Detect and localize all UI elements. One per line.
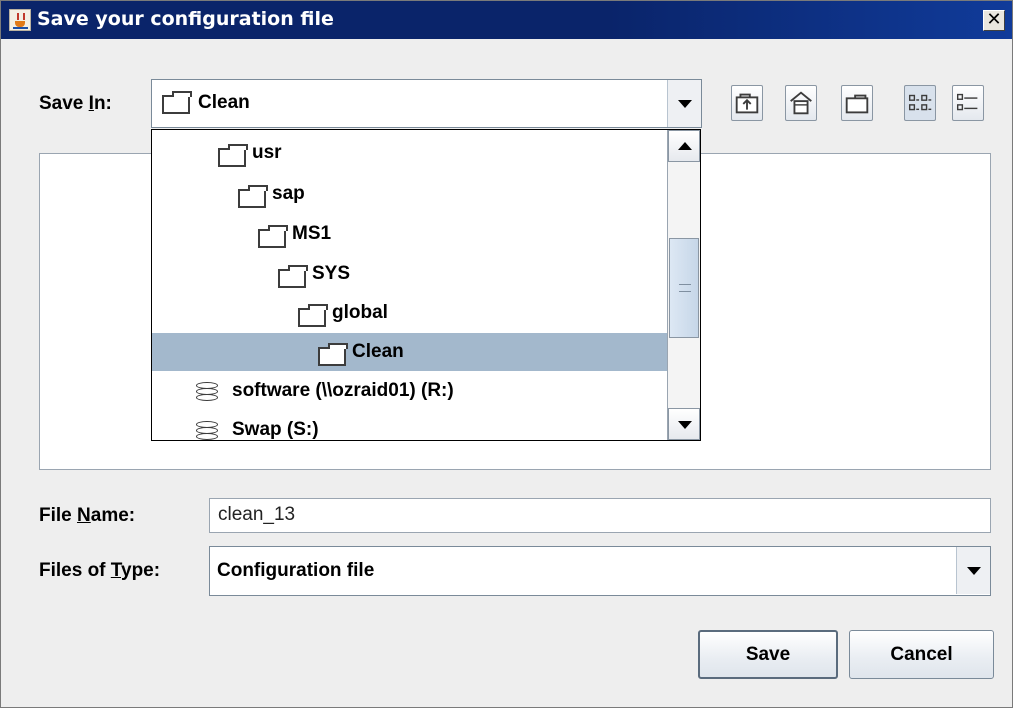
save-dialog: Save your configuration file ✕ Save In: … [0,0,1013,708]
window-title: Save your configuration file [37,8,334,30]
close-button[interactable]: ✕ [983,10,1005,31]
details-view-button[interactable] [952,85,984,121]
new-folder-button[interactable] [841,85,873,121]
files-of-type-label: Files of Type: [39,560,161,581]
scroll-down-button[interactable] [668,408,700,440]
save-button[interactable]: Save [698,630,838,679]
folder-icon [298,304,328,327]
home-button[interactable] [785,85,817,121]
chevron-down-icon[interactable] [956,547,990,594]
list-item[interactable]: Swap (S:) [152,411,667,440]
folder-up-icon [735,93,759,114]
folder-icon [278,265,308,288]
new-folder-icon [845,94,869,114]
folder-icon [218,144,248,167]
list-view-icon [908,94,932,111]
chevron-down-icon[interactable] [667,80,701,127]
files-of-type-selected: Configuration file [217,560,375,581]
list-item[interactable]: SYS [152,255,667,293]
drive-icon [196,421,218,440]
list-view-button[interactable] [904,85,936,121]
dropdown-scrollbar[interactable] [667,130,700,440]
up-one-level-button[interactable] [731,85,763,121]
save-in-label: Save In: [39,93,112,114]
close-icon: ✕ [986,9,1002,30]
save-in-combo[interactable]: Clean [151,79,702,128]
list-item[interactable]: sap [152,175,667,213]
files-of-type-combo[interactable]: Configuration file [209,546,991,596]
list-item-selected[interactable]: Clean [152,333,667,371]
home-icon [790,91,812,115]
save-in-selected: Clean [198,92,250,113]
file-name-input[interactable] [216,499,980,531]
folder-icon [258,225,288,248]
folder-icon [318,343,348,366]
file-name-label: File Name: [39,505,136,526]
network-drive-icon [196,382,218,401]
save-in-dropdown: usr sap MS1 SYS global Clean software (\… [151,129,701,441]
scroll-up-button[interactable] [668,130,700,162]
file-name-field[interactable] [209,498,991,533]
list-item[interactable]: MS1 [152,215,667,253]
scroll-thumb[interactable] [669,238,699,338]
folder-icon [238,185,268,208]
list-item[interactable]: software (\\ozraid01) (R:) [152,372,667,410]
title-bar[interactable]: Save your configuration file ✕ [1,1,1012,39]
cancel-button[interactable]: Cancel [849,630,994,679]
list-item[interactable]: global [152,294,667,332]
folder-icon [162,91,192,114]
details-view-icon [956,93,978,111]
list-item[interactable]: usr [152,134,667,172]
java-icon [9,9,31,31]
